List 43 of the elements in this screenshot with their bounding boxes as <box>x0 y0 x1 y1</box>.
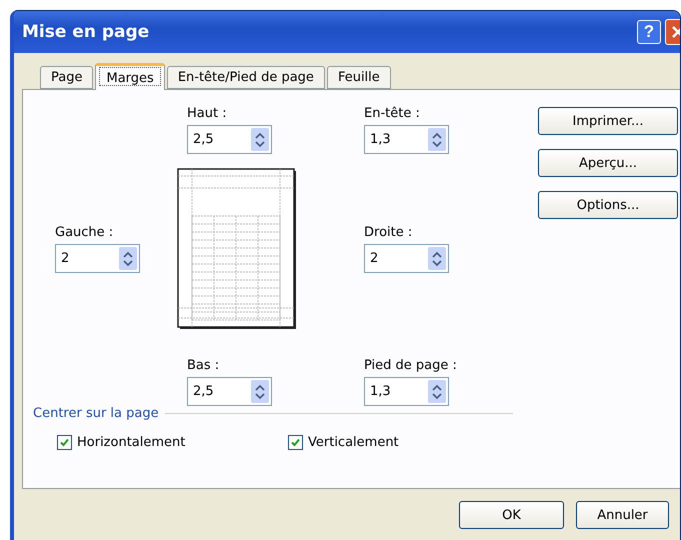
group-title: Centrer sur la page <box>33 406 159 421</box>
window-title: Mise en page <box>22 22 150 42</box>
spin-box[interactable]: 1,3 <box>364 125 449 154</box>
field-label: Haut : <box>187 106 228 121</box>
tab[interactable]: En-tête/Pied de page <box>166 66 325 89</box>
side-button[interactable]: Imprimer... <box>538 107 678 135</box>
spin-arrows-icon[interactable] <box>432 250 442 266</box>
checkbox[interactable] <box>57 435 72 450</box>
field-label: En-tête : <box>364 106 421 121</box>
number-field[interactable]: 1,3 <box>365 378 425 405</box>
help-button[interactable]: ? <box>637 20 661 44</box>
field-label: Droite : <box>364 225 414 240</box>
number-field[interactable]: 1,3 <box>365 126 425 153</box>
spin-arrows-icon[interactable] <box>123 250 133 266</box>
number-field[interactable]: 2 <box>56 245 116 272</box>
side-button[interactable]: Aperçu... <box>538 149 678 177</box>
number-field[interactable]: 2,5 <box>188 378 248 405</box>
spin-box[interactable]: 2,5 <box>187 377 272 406</box>
checkmark-icon <box>290 437 301 448</box>
tab[interactable]: Feuille <box>326 66 391 89</box>
spin-box[interactable]: 2,5 <box>187 125 272 154</box>
spin-arrows-icon[interactable] <box>432 384 442 400</box>
checkbox-label: Verticalement <box>308 435 399 450</box>
field-label: Gauche : <box>55 225 114 240</box>
side-button[interactable]: Options... <box>538 191 678 219</box>
cancel-button[interactable]: Annuler <box>576 501 669 529</box>
number-field[interactable]: 2,5 <box>188 126 248 153</box>
tab[interactable]: Marges <box>95 63 165 90</box>
spin-arrows-icon[interactable] <box>255 384 265 400</box>
field-label: Bas : <box>187 358 220 373</box>
close-button[interactable] <box>665 19 680 45</box>
checkbox-label: Horizontalement <box>77 435 186 450</box>
field-label: Pied de page : <box>364 358 458 373</box>
spin-box[interactable]: 1,3 <box>364 377 449 406</box>
checkmark-icon <box>59 437 70 448</box>
spin-box[interactable]: 2 <box>55 244 140 273</box>
spin-box[interactable]: 2 <box>364 244 449 273</box>
tab[interactable]: Page <box>40 66 94 89</box>
number-field[interactable]: 2 <box>365 245 425 272</box>
spin-arrows-icon[interactable] <box>432 132 442 148</box>
spin-arrows-icon[interactable] <box>255 132 265 148</box>
ok-button[interactable]: OK <box>459 501 564 529</box>
checkbox[interactable] <box>288 435 303 450</box>
